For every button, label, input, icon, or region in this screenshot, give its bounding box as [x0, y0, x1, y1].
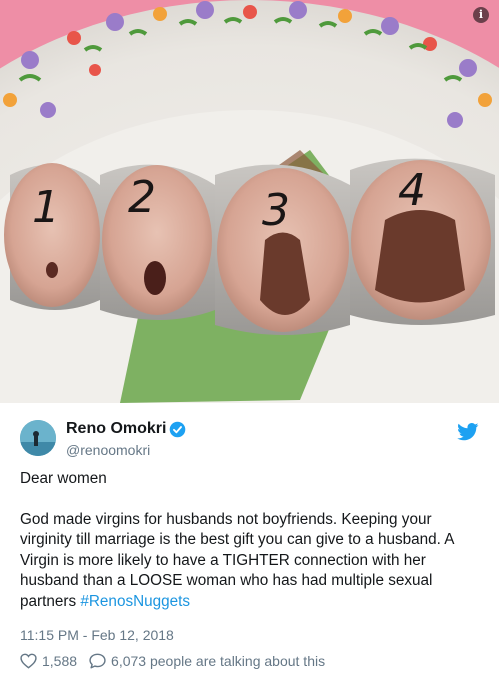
hashtag-link[interactable]: #RenosNuggets [80, 593, 190, 610]
user-handle[interactable]: @renoomokri [66, 442, 150, 458]
like-count[interactable]: 1,588 [42, 653, 77, 669]
tweet-text: Dear women God made virgins for husbands… [20, 469, 482, 612]
info-icon[interactable]: i [473, 7, 489, 23]
tweet-actions: 1,588 6,073 people are talking about thi… [20, 653, 325, 669]
plate-photo-illustration: 1 2 3 4 [0, 0, 499, 403]
tweet-timestamp[interactable]: 11:15 PM - Feb 12, 2018 [20, 627, 174, 643]
tweet-photo[interactable]: 1 2 3 4 i [0, 0, 499, 403]
number-label-2: 2 [128, 172, 156, 223]
verified-badge-icon [169, 421, 186, 438]
heart-icon[interactable] [20, 653, 37, 669]
reply-bubble-icon[interactable] [89, 653, 106, 669]
tweet-body: God made virgins for husbands not boyfri… [20, 510, 482, 613]
twitter-bird-icon[interactable] [457, 423, 479, 441]
display-name[interactable]: Reno Omokri [66, 420, 166, 438]
fish-steak-2 [100, 164, 215, 320]
number-label-4: 4 [398, 165, 426, 216]
number-label-3: 3 [262, 185, 290, 236]
tweet-card: Reno Omokri @renoomokri Dear women God m… [0, 403, 499, 689]
talking-about-count[interactable]: 6,073 people are talking about this [111, 653, 325, 669]
avatar-image [20, 420, 56, 456]
avatar[interactable] [20, 420, 56, 456]
number-label-1: 1 [32, 182, 60, 233]
tweet-greeting: Dear women [20, 470, 107, 487]
